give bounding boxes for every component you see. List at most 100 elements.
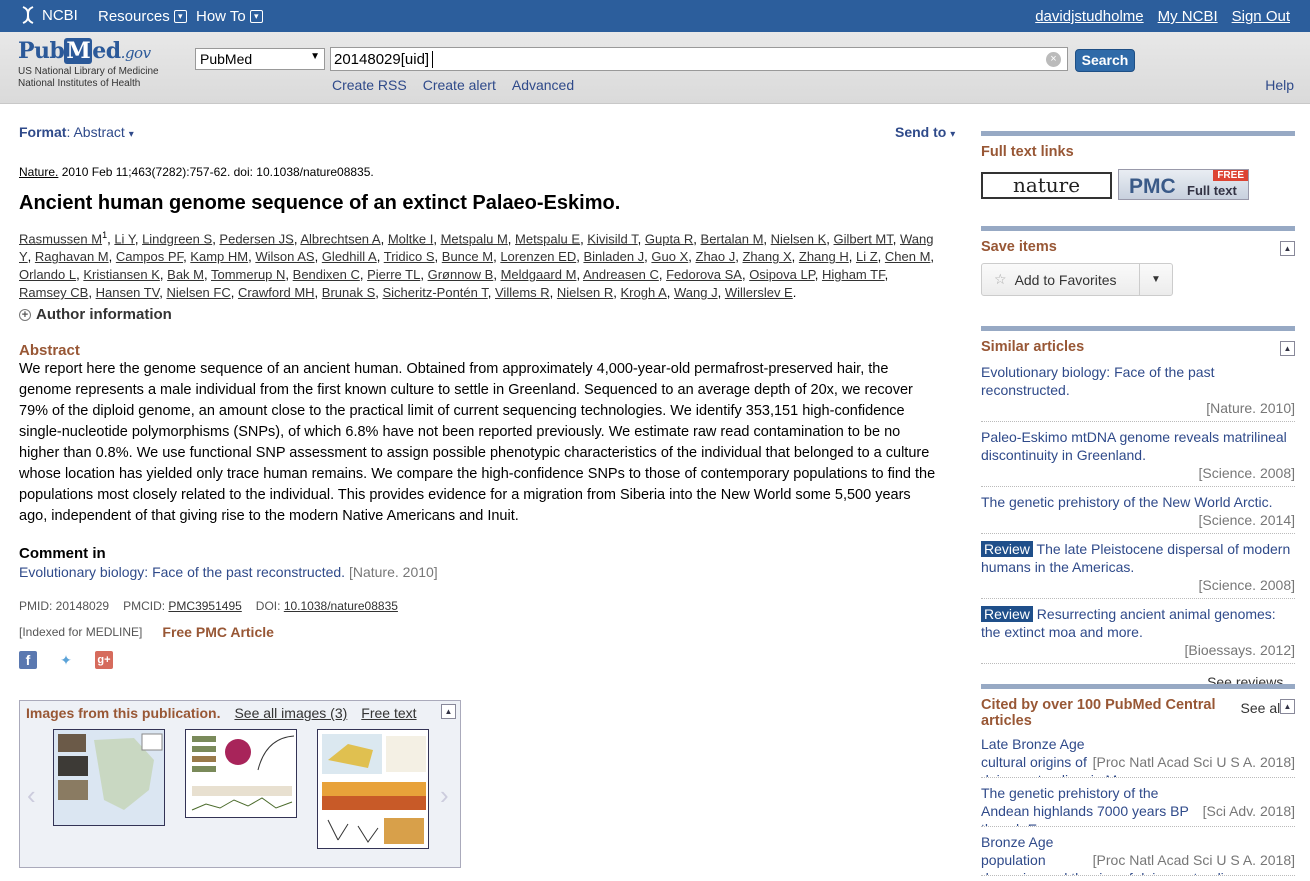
author-link[interactable]: Moltke I (388, 231, 434, 246)
author-link[interactable]: Metspalu E (515, 231, 580, 246)
free-pmc-article-label[interactable]: Free PMC Article (162, 624, 274, 640)
author-link[interactable]: Gupta R (645, 231, 693, 246)
author-link[interactable]: Zhang H (799, 249, 849, 264)
author-link[interactable]: Fedorova SA (666, 267, 742, 282)
create-rss-link[interactable]: Create RSS (332, 77, 407, 93)
format-selector[interactable]: Format: Abstract ▾ (19, 124, 134, 140)
favorites-dropdown-icon[interactable]: ▼ (1140, 264, 1172, 295)
author-link[interactable]: Villems R (495, 285, 550, 300)
author-link[interactable]: Kamp HM (190, 249, 248, 264)
collapse-icon[interactable]: ▲ (1280, 699, 1295, 714)
author-link[interactable]: Zhao J (696, 249, 736, 264)
similar-article-item: Review Resurrecting ancient animal genom… (981, 599, 1295, 664)
author-information-toggle[interactable]: + Author information (19, 306, 172, 323)
author-link[interactable]: Orlando L (19, 267, 76, 282)
author-link[interactable]: Li Z (856, 249, 878, 264)
search-input[interactable]: 20148029[uid] × (330, 47, 1068, 71)
advanced-search-link[interactable]: Advanced (512, 77, 574, 93)
sign-out-link[interactable]: Sign Out (1232, 8, 1290, 25)
similar-article-link[interactable]: Paleo-Eskimo mtDNA genome reveals matril… (981, 429, 1287, 463)
author-link[interactable]: Lindgreen S (142, 231, 212, 246)
ncbi-logo[interactable]: NCBI (20, 6, 78, 24)
author-link[interactable]: Guo X (651, 249, 688, 264)
database-select[interactable]: PubMed ▼ (195, 48, 325, 70)
images-box-title: Images from this publication. (26, 705, 221, 721)
author-link[interactable]: Li Y (114, 231, 135, 246)
author-link[interactable]: Krogh A (621, 285, 667, 300)
author-link[interactable]: Higham TF (822, 267, 885, 282)
carousel-prev-icon[interactable]: ‹ (27, 780, 36, 811)
author-link[interactable]: Bak M (167, 267, 204, 282)
author-link[interactable]: Gilbert MT (834, 231, 893, 246)
similar-article-link[interactable]: The genetic prehistory of the New World … (981, 494, 1273, 510)
create-alert-link[interactable]: Create alert (423, 77, 496, 93)
collapse-icon[interactable]: ▲ (1280, 241, 1295, 256)
author-link[interactable]: Pedersen JS (219, 231, 293, 246)
similar-article-link[interactable]: Evolutionary biology: Face of the past r… (981, 364, 1214, 398)
author-link[interactable]: Crawford MH (238, 285, 315, 300)
social-share: f ✦ g+ (19, 651, 113, 669)
author-link[interactable]: Nielsen R (557, 285, 613, 300)
author-link[interactable]: Brunak S (322, 285, 375, 300)
cited-by-link[interactable]: The genetic prehistory of the Andean hig… (981, 785, 1189, 826)
figure-thumbnail-1[interactable] (53, 729, 165, 826)
author-link[interactable]: Bunce M (442, 249, 493, 264)
author-link[interactable]: Kristiansen K (83, 267, 160, 282)
author-link[interactable]: Grønnow B (428, 267, 494, 282)
figure-thumbnail-2[interactable] (185, 729, 297, 818)
author-link[interactable]: Wang J (674, 285, 718, 300)
author-link[interactable]: Nielsen K (771, 231, 827, 246)
author-link[interactable]: Kivisild T (587, 231, 637, 246)
author-link[interactable]: Tridico S (384, 249, 435, 264)
author-link[interactable]: Lorenzen ED (500, 249, 576, 264)
facebook-icon[interactable]: f (19, 651, 37, 669)
author-link[interactable]: Campos PF (116, 249, 183, 264)
see-all-images-link[interactable]: See all images (3) (234, 705, 347, 721)
carousel-next-icon[interactable]: › (440, 780, 449, 811)
format-label: Format (19, 124, 67, 140)
google-plus-icon[interactable]: g+ (95, 651, 113, 669)
help-link[interactable]: Help (1265, 77, 1294, 93)
search-button[interactable]: Search (1075, 49, 1135, 72)
author-link[interactable]: Ramsey CB (19, 285, 88, 300)
author-link[interactable]: Metspalu M (441, 231, 508, 246)
nature-fulltext-link[interactable]: nature (981, 172, 1112, 199)
twitter-icon[interactable]: ✦ (57, 651, 75, 669)
collapse-icon[interactable]: ▲ (1280, 341, 1295, 356)
user-link[interactable]: davidjstudholme (1035, 8, 1143, 25)
author-link[interactable]: Sicheritz-Pontén T (383, 285, 488, 300)
collapse-icon[interactable]: ▲ (441, 704, 456, 719)
doi-link[interactable]: 10.1038/nature08835 (284, 599, 398, 613)
author-link[interactable]: Rasmussen M (19, 231, 102, 246)
author-link[interactable]: Raghavan M (35, 249, 109, 264)
author-link[interactable]: Pierre TL (367, 267, 420, 282)
pmcid-link[interactable]: PMC3951495 (168, 599, 241, 613)
journal-link[interactable]: Nature. (19, 165, 58, 179)
author-link[interactable]: Wilson AS (255, 249, 314, 264)
pubmed-logo[interactable]: PubMed.gov US National Library of Medici… (18, 38, 178, 90)
comment-link[interactable]: Evolutionary biology: Face of the past r… (19, 564, 345, 580)
author-link[interactable]: Gledhill A (322, 249, 377, 264)
author-link[interactable]: Albrechtsen A (300, 231, 380, 246)
author-link[interactable]: Binladen J (583, 249, 644, 264)
add-to-favorites-button[interactable]: ☆ Add to Favorites ▼ (981, 263, 1173, 296)
author-link[interactable]: Willerslev E (725, 285, 793, 300)
author-link[interactable]: Andreasen C (583, 267, 659, 282)
clear-search-icon[interactable]: × (1046, 52, 1061, 67)
author-link[interactable]: Hansen TV (96, 285, 160, 300)
send-to-menu[interactable]: Send to ▾ (895, 124, 955, 140)
author-link[interactable]: Nielsen FC (166, 285, 230, 300)
howto-menu[interactable]: How To ▾ (196, 8, 263, 25)
my-ncbi-link[interactable]: My NCBI (1158, 8, 1218, 25)
author-link[interactable]: Osipova LP (749, 267, 815, 282)
author-link[interactable]: Bendixen C (293, 267, 360, 282)
figure-thumbnail-3[interactable] (317, 729, 429, 849)
resources-menu[interactable]: Resources ▾ (98, 8, 187, 25)
author-link[interactable]: Bertalan M (701, 231, 764, 246)
author-link[interactable]: Chen M (885, 249, 931, 264)
author-link[interactable]: Meldgaard M (501, 267, 577, 282)
author-link[interactable]: Zhang X (742, 249, 791, 264)
pmc-fulltext-link[interactable]: PMC Full text FREE (1118, 169, 1249, 200)
author-link[interactable]: Tommerup N (211, 267, 285, 282)
free-text-link[interactable]: Free text (361, 705, 416, 721)
